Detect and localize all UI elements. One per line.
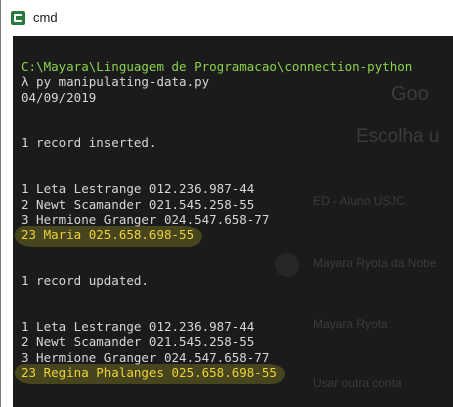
- cmd-window: cmd Goo Escolha u ED - Aluno USJC Mayara…: [0, 0, 453, 407]
- highlighted-console-line: 23 Regina Phalanges 025.658.698-55: [15, 363, 412, 385]
- console-text: 2 Newt Scamander 021.545.258-55: [21, 334, 255, 350]
- prompt-path-line: C:\Mayara\Linguagem de Programacao\conne…: [21, 59, 412, 74]
- console-line: λ py manipulating-data.py: [21, 74, 412, 89]
- console-text: 3 Hermione Granger 024.547.658-77: [21, 211, 270, 227]
- console-line: 04/09/2019: [21, 90, 412, 105]
- title-bar[interactable]: cmd: [1, 0, 453, 36]
- console-text: 1 record updated.: [21, 273, 149, 289]
- console-line: 1 record inserted.: [21, 135, 412, 150]
- console-text: 1 Leta Lestrange 012.236.987-44: [21, 181, 255, 197]
- console-line: 3 Hermione Granger 024.547.658-77: [21, 212, 412, 227]
- highlight-marker: 23 Regina Phalanges 025.658.698-55: [15, 363, 285, 385]
- console-line: 2 Newt Scamander 021.545.258-55: [21, 334, 412, 349]
- prompt-path: C:\Mayara\Linguagem de Programacao\conne…: [21, 59, 413, 74]
- highlighted-text: 23 Maria 025.658.698-55: [21, 227, 195, 243]
- console-line: 3 Hermione Granger 024.547.658-77: [21, 350, 412, 365]
- console-lines: C:\Mayara\Linguagem de Programacao\conne…: [14, 59, 412, 385]
- console-output[interactable]: Goo Escolha u ED - Aluno USJC Mayara Ryo…: [13, 36, 453, 407]
- highlighted-text: 23 Regina Phalanges 025.658.698-55: [21, 364, 277, 380]
- console-text: 04/09/2019: [21, 89, 97, 105]
- highlighted-console-line: 23 Maria 025.658.698-55: [14, 226, 412, 247]
- window-title: cmd: [33, 10, 58, 25]
- console-text: 2 Newt Scamander 021.545.258-55: [21, 196, 255, 212]
- highlight-marker: 23 Maria 025.658.698-55: [14, 226, 203, 247]
- console-text: 1 Leta Lestrange 012.236.987-44: [21, 319, 255, 335]
- console-line: 1 Leta Lestrange 012.236.987-44: [21, 319, 412, 334]
- console-text: 3 Hermione Granger 024.547.658-77: [21, 349, 270, 365]
- console-line: 1 Leta Lestrange 012.236.987-44: [21, 181, 412, 196]
- cmder-terminal-icon: [11, 11, 25, 25]
- console-line: 1 record updated.: [21, 273, 412, 288]
- console-text: 1 record inserted.: [21, 135, 157, 151]
- console-line: 2 Newt Scamander 021.545.258-55: [21, 197, 412, 212]
- console-text: λ py manipulating-data.py: [21, 74, 210, 90]
